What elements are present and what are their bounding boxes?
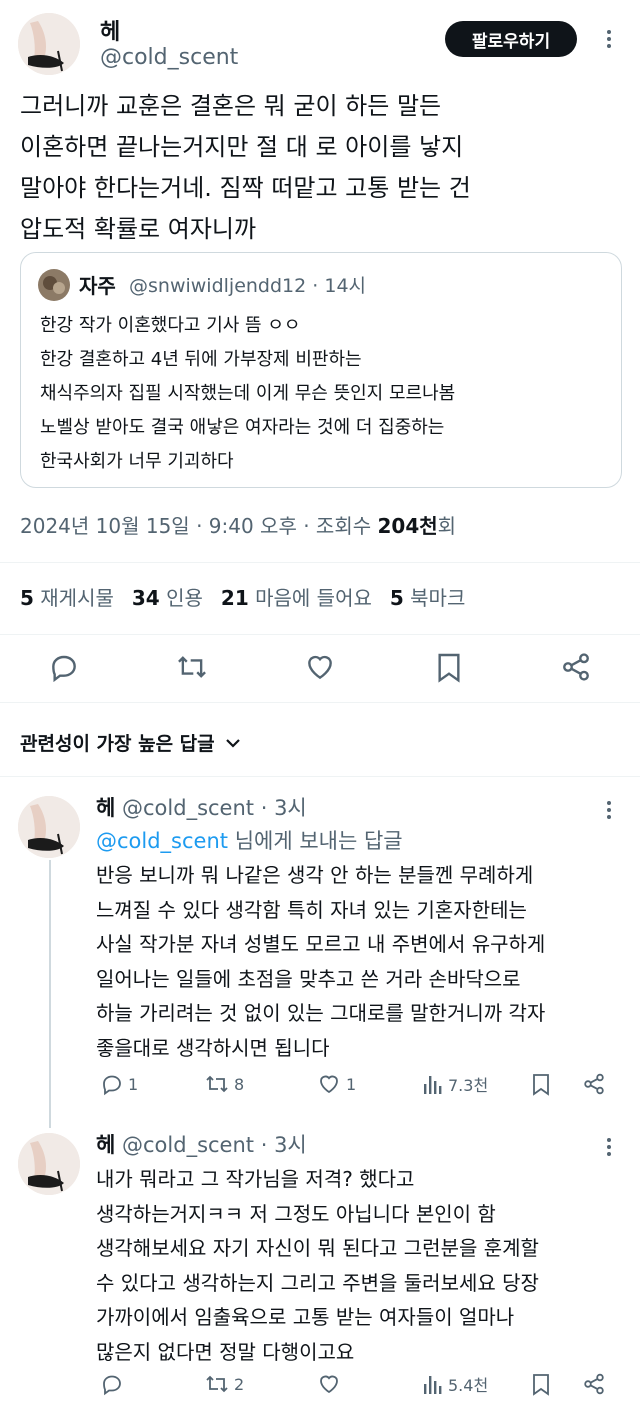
replying-to: @cold_scent 님에게 보내는 답글 (96, 825, 403, 855)
reply-icon (103, 1375, 121, 1396)
reply-header: 헤 @cold_scent · 3시 (96, 792, 307, 822)
view-count: 5.4천 (448, 1376, 489, 1395)
views-button[interactable]: 7.3천 (422, 1072, 488, 1096)
author-handle[interactable]: @cold_scent (100, 45, 238, 70)
reply-button[interactable] (100, 1372, 128, 1396)
view-count: 7.3천 (448, 1076, 489, 1095)
views-button[interactable]: 5.4천 (422, 1372, 488, 1396)
more-options-icon[interactable] (606, 1138, 612, 1159)
replies-sort-dropdown[interactable]: 관련성이 가장 높은 답글 (20, 729, 241, 756)
timestamp-text: 2024년 10월 15일 · 9:40 오후 · 조회수 (20, 514, 378, 538)
reply-time[interactable]: · 3시 (261, 1133, 307, 1157)
more-options-icon[interactable] (606, 30, 612, 51)
thread-line (49, 860, 51, 1128)
repost-count: 2 (234, 1374, 245, 1394)
repost-icon (206, 1075, 228, 1093)
repost-icon[interactable] (175, 651, 209, 683)
quoted-author-name: 자주 (79, 274, 116, 298)
bookmark-icon[interactable] (530, 1072, 552, 1096)
author-avatar[interactable] (18, 13, 80, 75)
repost-count: 8 (234, 1074, 245, 1094)
repost-icon (206, 1375, 228, 1393)
quoted-text: 한강 작가 이혼했다고 기사 뜸 ㅇㅇ 한강 결혼하고 4년 뒤에 가부장제 비… (40, 315, 456, 472)
share-icon[interactable] (582, 1072, 606, 1096)
divider (0, 702, 640, 703)
like-button[interactable] (316, 1372, 346, 1396)
reply-author-handle[interactable]: @cold_scent (122, 1133, 254, 1157)
stat-reposts[interactable]: 5 재게시물 (20, 582, 114, 611)
repost-button[interactable]: 8 (204, 1072, 244, 1096)
replies-sort-label: 관련성이 가장 높은 답글 (20, 733, 215, 755)
like-button[interactable]: 1 (316, 1072, 356, 1096)
like-icon (320, 1375, 338, 1394)
reply-action-bar: 1 8 1 7.3천 (100, 1072, 610, 1100)
tweet-timestamp: 2024년 10월 15일 · 9:40 오후 · 조회수 204천회 (20, 510, 456, 539)
reply-icon[interactable] (48, 651, 80, 683)
quoted-tweet[interactable]: 자주 @snwiwidljendd12 · 14시 한강 작가 이혼했다고 기사… (20, 252, 622, 488)
view-count: 204천 (377, 514, 438, 538)
reply-action-bar: 2 5.4천 (100, 1372, 610, 1400)
reply-header: 헤 @cold_scent · 3시 (96, 1129, 307, 1159)
views-icon (424, 1376, 442, 1394)
replying-to-link[interactable]: @cold_scent (96, 829, 228, 853)
replying-to-suffix: 님에게 보내는 답글 (228, 829, 403, 853)
bookmark-icon[interactable] (530, 1372, 552, 1396)
quoted-author-handle: @snwiwidljendd12 (129, 275, 307, 297)
follow-button[interactable]: 팔로우하기 (445, 21, 577, 57)
reply-text: 내가 뭐라고 그 작가님을 저격? 했다고 생각하는거지ㅋㅋ 저 그정도 아닙니… (96, 1167, 539, 1364)
quoted-author-avatar (38, 269, 70, 301)
reply-text: 반응 보니까 뭐 나같은 생각 안 하는 분들껜 무례하게 느껴질 수 있다 생… (96, 863, 546, 1060)
view-suffix: 회 (437, 514, 457, 538)
divider (0, 776, 640, 777)
like-icon (320, 1075, 338, 1094)
reply-time[interactable]: · 3시 (261, 796, 307, 820)
reply-avatar[interactable] (18, 796, 80, 858)
stat-quotes[interactable]: 34 인용 (132, 582, 203, 611)
views-icon (424, 1076, 442, 1094)
reply-author-handle[interactable]: @cold_scent (122, 796, 254, 820)
like-count: 1 (346, 1074, 357, 1094)
more-options-icon[interactable] (606, 801, 612, 822)
reply-avatar[interactable] (18, 1133, 80, 1195)
quoted-author-meta: @snwiwidljendd12 · 14시 (129, 275, 367, 297)
reply-author-name[interactable]: 헤 (96, 1133, 115, 1157)
divider (0, 562, 640, 563)
reply-count: 1 (128, 1074, 139, 1094)
author-name[interactable]: 헤 (100, 14, 120, 46)
share-icon[interactable] (582, 1372, 606, 1396)
divider (0, 634, 640, 635)
quoted-time: 14시 (324, 275, 367, 297)
stat-bookmarks[interactable]: 5 북마크 (390, 582, 465, 611)
reply-icon (103, 1075, 121, 1096)
repost-button[interactable]: 2 (204, 1372, 244, 1396)
engagement-stats: 5 재게시물 34 인용 21 마음에 들어요 5 북마크 (20, 582, 465, 611)
reply-button[interactable]: 1 (100, 1072, 138, 1096)
stat-likes[interactable]: 21 마음에 들어요 (221, 582, 372, 611)
tweet-text: 그러니까 교훈은 결혼은 뭐 굳이 하든 말든 이혼하면 끝나는거지만 절 대 … (20, 92, 471, 243)
share-icon[interactable] (560, 651, 592, 683)
reply-author-name[interactable]: 헤 (96, 796, 115, 820)
like-icon[interactable] (303, 651, 337, 683)
chevron-down-icon (225, 732, 241, 754)
bookmark-icon[interactable] (434, 651, 464, 683)
